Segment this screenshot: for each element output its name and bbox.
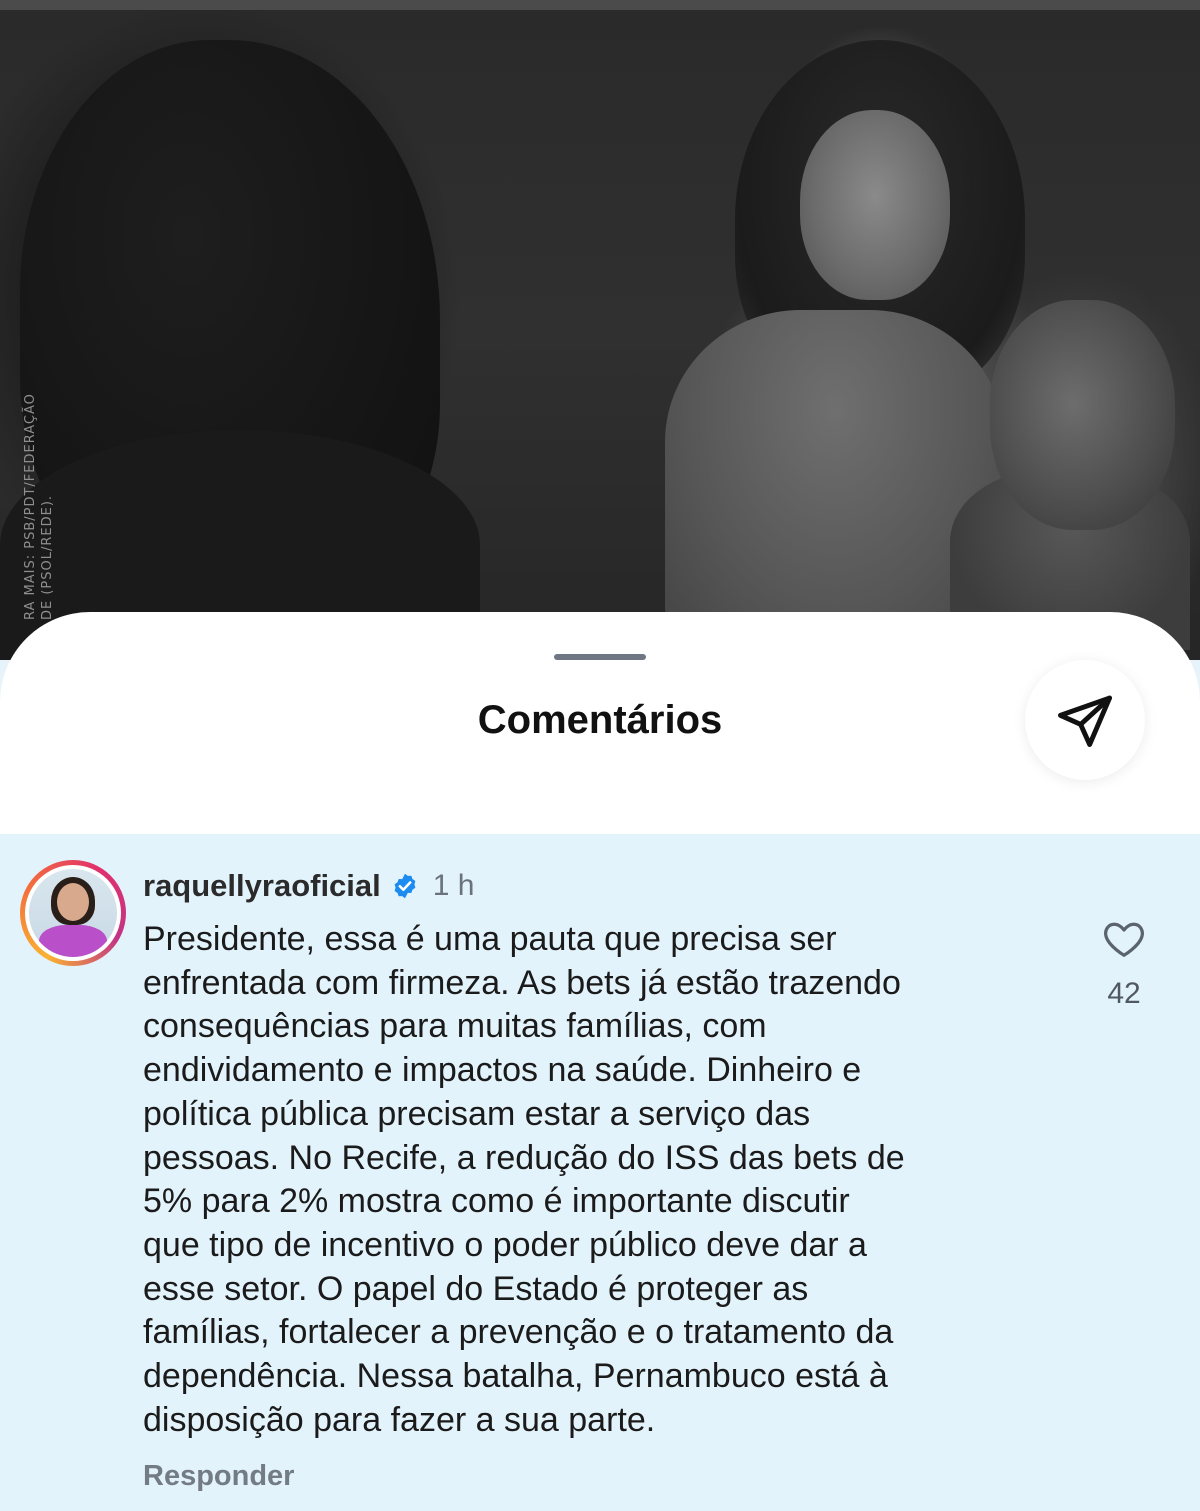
comment-item: raquellyraoficial 1 h Presidente, essa é…: [0, 834, 1200, 1511]
comments-sheet: Comentários raquellyraoficial 1 h Presid…: [0, 612, 1200, 1511]
like-column: 42: [1092, 916, 1156, 1011]
like-count: 42: [1107, 977, 1141, 1010]
photo-credit-line1: RA MAIS: PSB/PDT/FEDERAÇÃO: [23, 393, 38, 620]
comment-timestamp: 1 h: [432, 869, 475, 902]
photo-figure-woman-face: [800, 110, 950, 300]
verified-badge-icon: [394, 873, 416, 899]
sheet-title: Comentários: [477, 698, 723, 742]
comment-text: Presidente, essa é uma pauta que precisa…: [143, 920, 905, 1439]
heart-icon[interactable]: [1101, 916, 1147, 962]
comment-username[interactable]: raquellyraoficial: [143, 868, 381, 904]
photo-credit: RA MAIS: PSB/PDT/FEDERAÇÃO DE (PSOL/REDE…: [22, 393, 56, 620]
avatar-photo: [29, 869, 117, 957]
photo-credit-line2: DE (PSOL/REDE).: [40, 494, 55, 620]
avatar[interactable]: [20, 860, 126, 966]
photo-figure-child: [990, 300, 1175, 530]
screen: RA MAIS: PSB/PDT/FEDERAÇÃO DE (PSOL/REDE…: [0, 0, 1200, 1511]
top-bar: [0, 0, 1200, 10]
post-image: RA MAIS: PSB/PDT/FEDERAÇÃO DE (PSOL/REDE…: [0, 0, 1200, 660]
comment-body: raquellyraoficial 1 h Presidente, essa é…: [143, 864, 1043, 1493]
reply-button[interactable]: Responder: [143, 1460, 1043, 1493]
sheet-drag-handle[interactable]: [554, 654, 646, 660]
share-button[interactable]: [1025, 660, 1145, 780]
comment-meta: raquellyraoficial 1 h: [143, 864, 1043, 908]
paper-plane-icon: [1058, 695, 1112, 747]
